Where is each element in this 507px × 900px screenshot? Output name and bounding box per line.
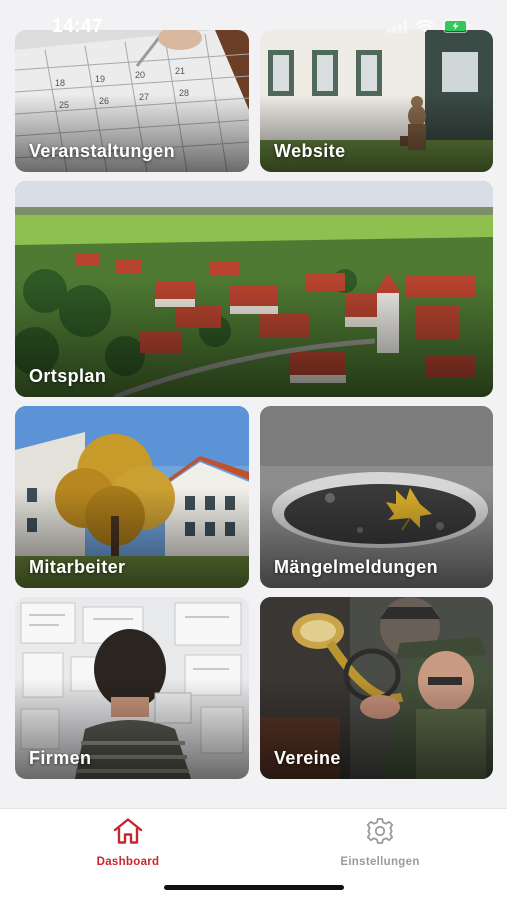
status-time: 14:47 (52, 16, 104, 37)
tile-label: Veranstaltungen (29, 141, 176, 161)
tile-label: Website (274, 141, 346, 161)
tile-label: Ortsplan (29, 366, 107, 386)
tab-einstellungen[interactable]: Einstellungen (310, 817, 450, 868)
tile-mitarbeiter[interactable]: Mitarbeiter (15, 406, 249, 588)
tile-label: Vereine (274, 748, 341, 768)
battery-charging-icon (443, 19, 471, 33)
svg-text:18: 18 (55, 78, 65, 88)
svg-text:21: 21 (175, 66, 185, 76)
tile-vereine[interactable]: Vereine (260, 597, 493, 779)
tile-maengelmeldungen[interactable]: Mängelmeldungen (260, 406, 493, 588)
tab-label: Einstellungen (340, 856, 420, 868)
tile-label: Mängelmeldungen (274, 557, 439, 577)
tab-label: Dashboard (96, 856, 160, 868)
tile-label: Mitarbeiter (29, 557, 126, 577)
status-bar: 14:47 (0, 0, 507, 52)
gear-icon (364, 817, 396, 850)
tile-firmen[interactable]: Firmen (15, 597, 249, 779)
tab-dashboard[interactable]: Dashboard (58, 817, 198, 868)
cellular-signal-icon (387, 19, 407, 33)
status-icons (387, 19, 471, 33)
tile-ortsplan[interactable]: Ortsplan (15, 181, 493, 397)
svg-text:20: 20 (135, 70, 145, 80)
wifi-icon (416, 19, 434, 33)
home-indicator[interactable] (164, 885, 344, 890)
tile-label: Firmen (29, 748, 92, 768)
svg-text:19: 19 (95, 74, 105, 84)
home-icon (112, 817, 144, 850)
